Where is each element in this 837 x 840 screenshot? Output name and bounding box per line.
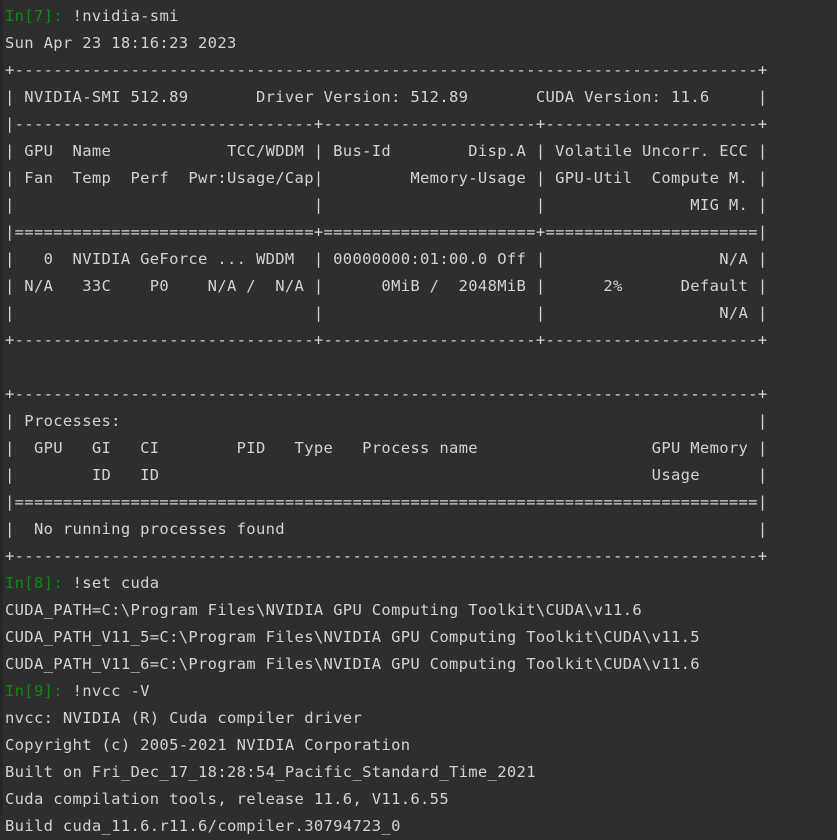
output-line: Copyright (c) 2005-2021 NVIDIA Corporati…	[5, 736, 411, 754]
output-line: +---------------------------------------…	[5, 385, 768, 403]
output-line: Sun Apr 23 18:16:23 2023	[5, 34, 237, 52]
input-prompt-label: In[8]:	[5, 574, 63, 592]
console-output-pane[interactable]: In[7]: !nvidia-smi Sun Apr 23 18:16:23 20…	[0, 0, 837, 835]
input-prompt-line[interactable]: In[7]: !nvidia-smi	[5, 3, 837, 30]
output-blank-line	[5, 354, 837, 381]
output-line: Build cuda_11.6.r11.6/compiler.30794723_…	[5, 817, 401, 835]
output-line: CUDA_PATH=C:\Program Files\NVIDIA GPU Co…	[5, 601, 643, 619]
input-prompt-label: In[9]:	[5, 682, 63, 700]
output-line: | N/A 33C P0 N/A / N/A | 0MiB / 2048MiB …	[5, 277, 768, 295]
output-line: Cuda compilation tools, release 11.6, V1…	[5, 790, 449, 808]
output-line: | | | N/A |	[5, 304, 768, 322]
input-command-text[interactable]: !nvcc -V	[73, 682, 150, 700]
output-line: | | | MIG M. |	[5, 196, 768, 214]
output-line: |=======================================…	[5, 493, 768, 511]
output-line: | Fan Temp Perf Pwr:Usage/Cap| Memory-Us…	[5, 169, 768, 187]
output-line: | 0 NVIDIA GeForce ... WDDM | 00000000:0…	[5, 250, 768, 268]
output-line: | ID ID Usage |	[5, 466, 768, 484]
input-command-text[interactable]: !nvidia-smi	[73, 7, 179, 25]
output-line: CUDA_PATH_V11_5=C:\Program Files\NVIDIA …	[5, 628, 700, 646]
input-command-text[interactable]: !set cuda	[73, 574, 160, 592]
input-prompt-line[interactable]: In[9]: !nvcc -V	[5, 678, 837, 705]
output-line: | No running processes found |	[5, 520, 768, 538]
output-line: CUDA_PATH_V11_6=C:\Program Files\NVIDIA …	[5, 655, 700, 673]
output-line: |===============================+=======…	[5, 223, 768, 241]
output-line: +-------------------------------+-------…	[5, 331, 768, 349]
input-prompt-label: In[7]:	[5, 7, 63, 25]
output-line: | NVIDIA-SMI 512.89 Driver Version: 512.…	[5, 88, 768, 106]
output-line: |-------------------------------+-------…	[5, 115, 768, 133]
input-prompt-line[interactable]: In[8]: !set cuda	[5, 570, 837, 597]
output-line: | GPU Name TCC/WDDM | Bus-Id Disp.A | Vo…	[5, 142, 768, 160]
output-line: Built on Fri_Dec_17_18:28:54_Pacific_Sta…	[5, 763, 536, 781]
output-line: +---------------------------------------…	[5, 61, 768, 79]
output-line: | GPU GI CI PID Type Process name GPU Me…	[5, 439, 768, 457]
output-stream: In[7]: !nvidia-smi Sun Apr 23 18:16:23 20…	[0, 3, 837, 840]
output-line: +---------------------------------------…	[5, 547, 768, 565]
output-line: nvcc: NVIDIA (R) Cuda compiler driver	[5, 709, 363, 727]
output-line: | Processes: |	[5, 412, 768, 430]
